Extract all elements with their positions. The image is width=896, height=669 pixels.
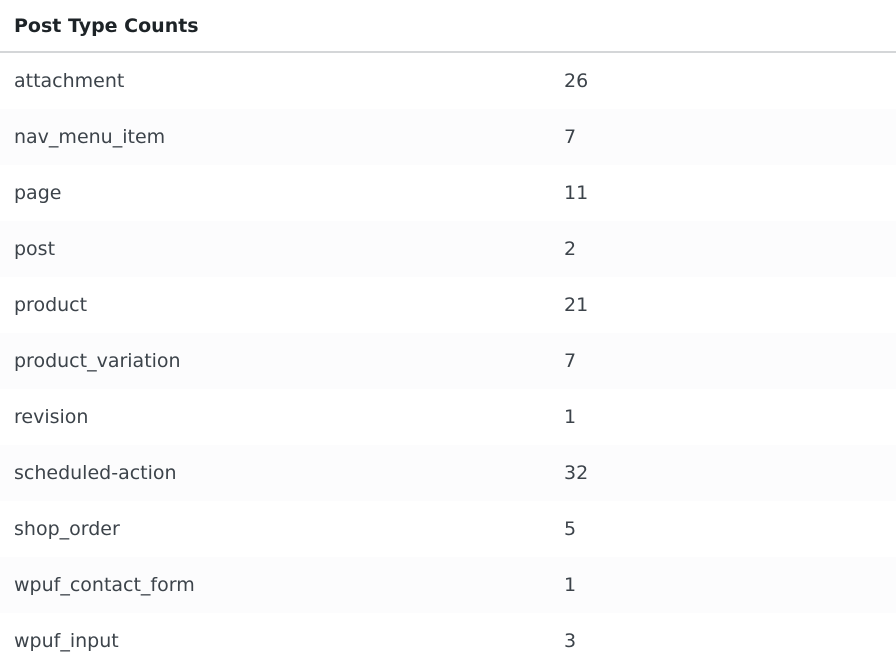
table-row: revision 1 [0, 389, 896, 445]
table-row: post 2 [0, 221, 896, 277]
table-header: Post Type Counts [0, 0, 896, 53]
table-title: Post Type Counts [14, 14, 199, 37]
post-type-count: 7 [564, 350, 577, 372]
post-type-counts-table: Post Type Counts attachment 26 nav_menu_… [0, 0, 896, 669]
table-row: product 21 [0, 277, 896, 333]
post-type-count: 7 [564, 126, 577, 148]
post-type-name: post [14, 238, 56, 260]
table-row: attachment 26 [0, 53, 896, 109]
table-row: nav_menu_item 7 [0, 109, 896, 165]
post-type-count: 21 [564, 294, 589, 316]
post-type-count: 1 [564, 406, 577, 428]
post-type-name: shop_order [14, 518, 120, 540]
post-type-name: page [14, 182, 62, 204]
post-type-name: revision [14, 406, 89, 428]
post-type-name: product [14, 294, 88, 316]
post-type-name: scheduled-action [14, 462, 177, 484]
post-type-count: 2 [564, 238, 577, 260]
table-row: wpuf_contact_form 1 [0, 557, 896, 613]
table-row: product_variation 7 [0, 333, 896, 389]
table-row: wpuf_input 3 [0, 613, 896, 669]
post-type-count: 1 [564, 574, 577, 596]
post-type-name: nav_menu_item [14, 126, 166, 148]
post-type-count: 5 [564, 518, 577, 540]
table-row: scheduled-action 32 [0, 445, 896, 501]
post-type-name: attachment [14, 70, 125, 92]
table-row: shop_order 5 [0, 501, 896, 557]
post-type-count: 3 [564, 630, 577, 652]
post-type-count: 32 [564, 462, 589, 484]
post-type-count: 11 [564, 182, 589, 204]
post-type-name: product_variation [14, 350, 181, 372]
table-row: page 11 [0, 165, 896, 221]
post-type-count: 26 [564, 70, 589, 92]
post-type-name: wpuf_input [14, 630, 119, 652]
post-type-name: wpuf_contact_form [14, 574, 195, 596]
table-body: attachment 26 nav_menu_item 7 page 11 po… [0, 53, 896, 669]
